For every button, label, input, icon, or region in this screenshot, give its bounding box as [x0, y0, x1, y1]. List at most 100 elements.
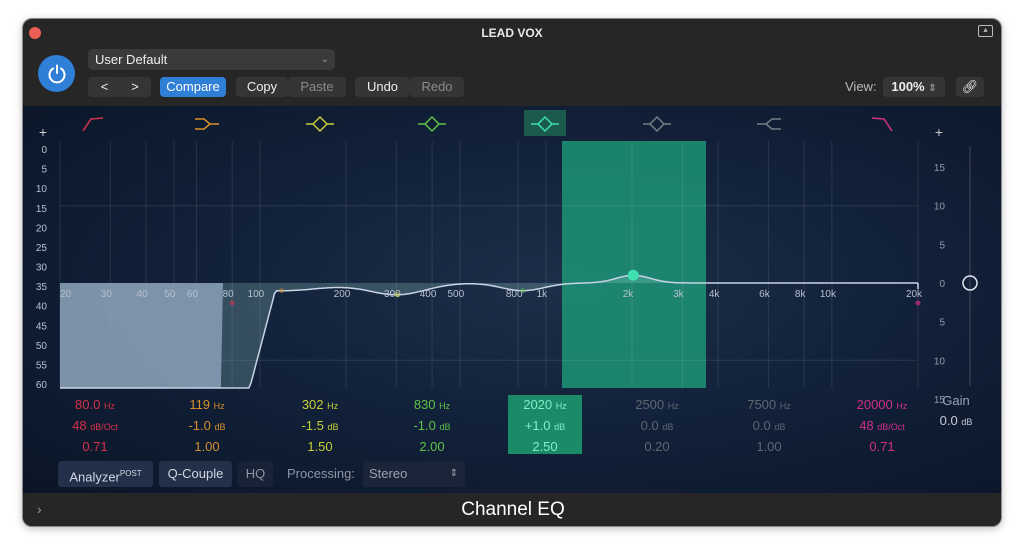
band-frequency[interactable]: 830 Hz	[377, 395, 487, 416]
freq-tick-label: 2k	[623, 289, 635, 300]
hq-button[interactable]: HQ	[238, 461, 273, 487]
gain-scale-label: 0	[939, 279, 945, 290]
chevron-down-icon: ⌄	[320, 54, 329, 65]
band-handle[interactable]	[394, 292, 400, 298]
band-1-params[interactable]: 80.0 Hz 48 dB/Oct 0.71	[40, 395, 150, 457]
band-q[interactable]: 2.00	[377, 437, 487, 457]
view-zoom-select[interactable]: 100% ⇕	[883, 77, 945, 97]
add-band-plus-icon[interactable]: +	[935, 124, 943, 140]
preset-label: User Default	[95, 52, 168, 67]
band-q[interactable]: 2.50	[508, 437, 582, 457]
band-gain[interactable]: 0.0 dB	[714, 416, 824, 437]
analyzer-scale-label: 50	[36, 341, 48, 352]
analyzer-scale-label: 10	[36, 184, 48, 195]
analyzer-scale-label: 15	[36, 204, 48, 215]
compare-button[interactable]: Compare	[160, 77, 226, 97]
bell-band-icon[interactable]	[306, 115, 334, 133]
band-gain[interactable]: 48 dB/Oct	[40, 416, 150, 437]
low-shelf-icon[interactable]	[195, 118, 219, 130]
high-cut-icon[interactable]	[871, 117, 893, 132]
view-label: View:	[845, 79, 877, 94]
band-q[interactable]: 1.00	[714, 437, 824, 457]
band-frequency[interactable]: 2020 Hz	[508, 395, 582, 416]
analyzer-button[interactable]: AnalyzerPOST	[58, 461, 153, 487]
bell-band-icon[interactable]	[643, 115, 671, 133]
analyzer-post-label: POST	[119, 469, 142, 478]
low-cut-icon[interactable]	[82, 117, 104, 132]
analyzer-scale-label: 20	[36, 223, 48, 234]
band-gain[interactable]: -1.5 dB	[265, 416, 375, 437]
band-handle[interactable]	[520, 288, 526, 294]
next-preset-button[interactable]: >	[119, 77, 151, 97]
band-4-params[interactable]: 830 Hz -1.0 dB 2.00	[377, 395, 487, 457]
freq-tick-label: 30	[101, 289, 113, 300]
bell-band-icon[interactable]	[418, 115, 446, 133]
band-frequency[interactable]: 2500 Hz	[602, 395, 712, 416]
link-button[interactable]: 🔗︎	[956, 77, 984, 97]
freq-tick-label: 1k	[537, 289, 549, 300]
band-q[interactable]: 0.20	[602, 437, 712, 457]
q-couple-button[interactable]: Q-Couple	[159, 461, 232, 487]
expand-chevron-icon[interactable]: ›	[37, 493, 42, 526]
band-handle[interactable]	[279, 288, 285, 294]
processing-label: Processing:	[287, 466, 355, 481]
gain-scale-label: 10	[934, 356, 946, 367]
picture-in-picture-icon[interactable]: ▴	[978, 25, 993, 37]
band-gain[interactable]: 0.0 dB	[602, 416, 712, 437]
band-frequency[interactable]: 119 Hz	[152, 395, 262, 416]
freq-tick-label: 60	[187, 289, 199, 300]
band-frequency[interactable]: 302 Hz	[265, 395, 375, 416]
add-band-plus-icon[interactable]: +	[39, 124, 47, 140]
view-zoom-value: 100%	[891, 79, 925, 94]
stepper-icon: ⇕	[928, 83, 937, 94]
link-icon: 🔗︎	[961, 79, 979, 94]
band-frequency[interactable]: 7500 Hz	[714, 395, 824, 416]
power-button[interactable]	[38, 55, 75, 92]
undo-button[interactable]: Undo	[355, 77, 410, 97]
analyzer-scale-label: 60	[36, 380, 48, 391]
band-gain[interactable]: -1.0 dB	[152, 416, 262, 437]
processing-value: Stereo	[369, 466, 408, 481]
analyzer-scale-label: 0	[41, 145, 47, 156]
freq-tick-label: 6k	[759, 289, 771, 300]
band-gain[interactable]: -1.0 dB	[377, 416, 487, 437]
band-3-params[interactable]: 302 Hz -1.5 dB 1.50	[265, 395, 375, 457]
processing-select[interactable]: Stereo ⇕	[363, 461, 465, 487]
band-7-params[interactable]: 7500 Hz 0.0 dB 1.00	[714, 395, 824, 457]
gain-scale-label: 5	[939, 240, 945, 251]
copy-button[interactable]: Copy	[236, 77, 288, 97]
band-q[interactable]: 1.50	[265, 437, 375, 457]
output-gain-value[interactable]: 0.0 dB	[916, 411, 996, 432]
band-handle[interactable]	[627, 269, 639, 281]
preset-dropdown[interactable]: User Default ⌄	[88, 49, 335, 70]
band-q[interactable]: 1.00	[152, 437, 262, 457]
band-q[interactable]: 0.71	[40, 437, 150, 457]
footer-bar: › Channel EQ	[23, 493, 1001, 526]
band-2-params[interactable]: 119 Hz -1.0 dB 1.00	[152, 395, 262, 457]
freq-tick-label: 10k	[820, 289, 837, 300]
window-title: LEAD VOX	[481, 26, 543, 40]
plugin-window: LEAD VOX ▴ User Default ⌄ < > Compare Cop…	[22, 18, 1002, 527]
band-6-params[interactable]: 2500 Hz 0.0 dB 0.20	[602, 395, 712, 457]
band-gain[interactable]: +1.0 dB	[508, 416, 582, 437]
freq-tick-label: 80	[223, 289, 235, 300]
analyzer-label: Analyzer	[69, 469, 120, 485]
band-frequency[interactable]: 80.0 Hz	[40, 395, 150, 416]
band-5-params[interactable]: 2020 Hz +1.0 dB 2.50	[508, 395, 582, 454]
freq-tick-label: 500	[447, 289, 464, 300]
freq-tick-label: 50	[164, 289, 176, 300]
gain-scale-label: 10	[934, 202, 946, 213]
band-q[interactable]: 0.71	[827, 437, 937, 457]
redo-button[interactable]: Redo	[410, 77, 464, 97]
freq-tick-label: 8k	[795, 289, 807, 300]
high-cut-handle	[915, 300, 921, 306]
analyzer-scale-label: 35	[36, 282, 48, 293]
high-shelf-icon[interactable]	[757, 118, 781, 130]
freq-tick-label: 4k	[709, 289, 721, 300]
analyzer-scale-label: 45	[36, 321, 48, 332]
freq-tick-label: 20k	[906, 289, 923, 300]
freq-tick-label: 100	[248, 289, 265, 300]
paste-button[interactable]: Paste	[288, 77, 346, 97]
selected-band-region	[562, 141, 706, 388]
previous-preset-button[interactable]: <	[88, 77, 121, 97]
